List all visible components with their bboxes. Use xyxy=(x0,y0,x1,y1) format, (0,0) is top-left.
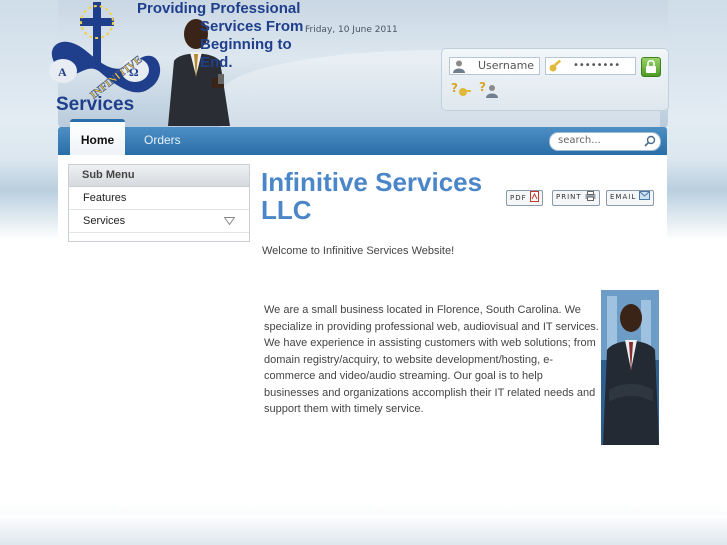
submenu-item-services[interactable]: Services xyxy=(69,210,249,233)
email-label: EMAIL xyxy=(610,193,637,201)
login-panel: Username •••••••• ? ? xyxy=(441,48,669,111)
submenu-item-label: Services xyxy=(83,215,126,227)
tagline-line-2: Services From xyxy=(200,18,304,35)
footer-band xyxy=(0,515,727,545)
tab-orders[interactable]: Orders xyxy=(144,133,181,147)
password-field[interactable]: •••••••• xyxy=(545,57,636,75)
username-field[interactable]: Username xyxy=(449,57,540,75)
business-man-photo xyxy=(601,290,659,445)
tab-home[interactable]: Home xyxy=(70,119,125,155)
svg-text:?: ? xyxy=(479,80,486,94)
svg-text:?: ? xyxy=(451,81,458,95)
username-placeholder: Username xyxy=(478,59,535,72)
submenu-item-label: Features xyxy=(83,192,127,204)
forgot-username-icon[interactable]: ? xyxy=(478,79,500,99)
tagline-line-4: End. xyxy=(200,54,233,71)
current-date: Friday, 10 June 2011 xyxy=(305,25,398,35)
password-value: •••••••• xyxy=(573,60,621,71)
forgot-password-icon[interactable]: ? xyxy=(450,79,472,99)
user-icon xyxy=(453,60,465,73)
header-tagline: Providing Professional Services From Beg… xyxy=(137,0,307,72)
tagline-line-3: Beginning to xyxy=(200,36,292,53)
printer-icon xyxy=(585,191,596,201)
search-placeholder: search... xyxy=(558,135,601,146)
pdf-label: PDF xyxy=(510,194,527,202)
tagline-line-1: Providing Professional xyxy=(137,0,301,17)
submenu-panel: Sub Menu Features Services xyxy=(68,164,250,242)
logo-letter-a: A xyxy=(58,65,67,79)
print-label: PRINT xyxy=(556,193,582,201)
login-lock-icon xyxy=(646,59,656,73)
search-input[interactable]: search... xyxy=(549,132,661,151)
chevron-down-icon[interactable] xyxy=(224,217,235,225)
search-icon[interactable] xyxy=(644,135,656,147)
pdf-icon xyxy=(529,191,539,202)
page-title: Infinitive Services LLC xyxy=(261,167,483,225)
about-paragraph: We are a small business located in Flore… xyxy=(264,304,599,415)
welcome-text: Welcome to Infinitive Services Website! xyxy=(262,245,455,257)
login-button[interactable] xyxy=(641,57,661,77)
submenu-title: Sub Menu xyxy=(69,165,249,187)
email-button[interactable]: EMAIL xyxy=(606,190,655,206)
envelope-icon xyxy=(639,191,651,200)
submenu-item-features[interactable]: Features xyxy=(69,187,249,210)
print-button[interactable]: PRINT xyxy=(552,190,600,206)
pdf-button[interactable]: PDF xyxy=(506,190,543,206)
logo-services-text: Services xyxy=(56,94,135,115)
key-icon xyxy=(549,59,562,72)
